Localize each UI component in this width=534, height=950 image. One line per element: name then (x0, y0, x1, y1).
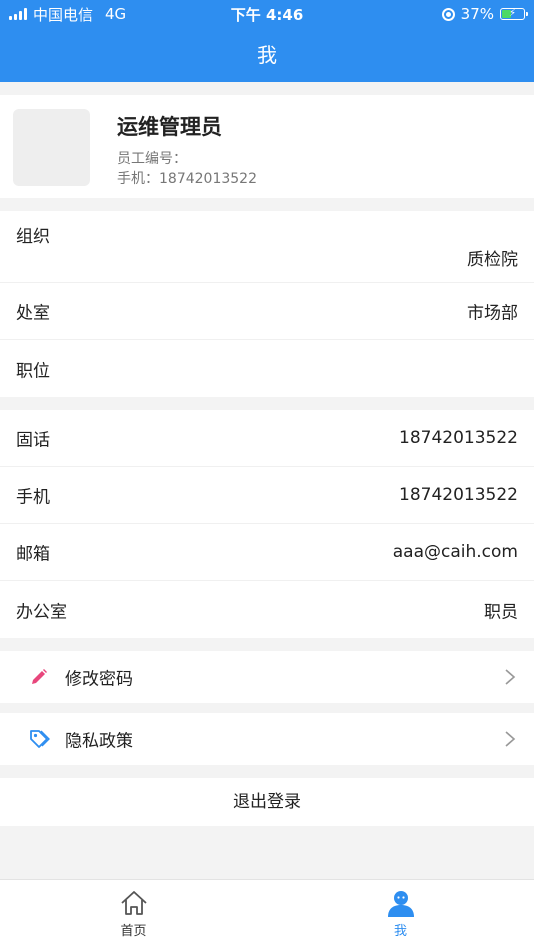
profile-card: 运维管理员 员工编号： 手机：18742013522 (0, 95, 534, 198)
pencil-icon (32, 669, 47, 684)
employee-id-label: 员工编号： (117, 151, 187, 167)
logout-button[interactable]: 退出登录 (0, 778, 534, 826)
battery-icon: ⚡ (500, 8, 528, 20)
info-value: 市场部 (467, 303, 518, 324)
info-value: aaa@caih.com (392, 542, 518, 562)
tag-icon (30, 730, 50, 748)
info-row-position: 职位 (0, 340, 534, 397)
employee-id-line: 员工编号： (117, 148, 187, 168)
tab-me-label: 我 (393, 924, 407, 939)
info-value: 职员 (484, 602, 518, 622)
info-label: 办公室 (16, 602, 67, 622)
header: 中国电信 4G 下午 4:46 37% ⚡ 我 (0, 0, 534, 82)
info-label: 处室 (16, 303, 50, 324)
profile-phone-label: 手机： (117, 171, 159, 187)
tab-me[interactable]: 我 (267, 880, 534, 950)
rotation-lock-icon (441, 7, 455, 21)
privacy-policy-label: 隐私政策 (65, 731, 133, 752)
info-row-department: 处室 市场部 (0, 283, 534, 340)
network-label: 4G (105, 5, 127, 23)
info-row-office: 办公室 职员 (0, 581, 534, 638)
info-label: 固话 (16, 430, 50, 451)
signal-icon (9, 8, 27, 20)
user-icon (387, 891, 414, 917)
info-row-email: 邮箱 aaa@caih.com (0, 524, 534, 581)
change-password-item[interactable]: 修改密码 (0, 651, 534, 703)
page-title: 我 (257, 43, 277, 67)
tab-home[interactable]: 首页 (0, 880, 267, 950)
info-row-org: 组织 质检院 (0, 211, 534, 283)
contact-info-group: 固话 18742013522 手机 18742013522 邮箱 aaa@cai… (0, 410, 534, 638)
privacy-policy-item[interactable]: 隐私政策 (0, 713, 534, 765)
home-icon (120, 891, 147, 915)
profile-phone-line: 手机：18742013522 (117, 168, 257, 188)
avatar (13, 109, 90, 186)
chevron-right-icon (505, 731, 516, 747)
change-password-label: 修改密码 (65, 669, 133, 690)
info-label: 组织 (16, 227, 50, 247)
info-label: 职位 (16, 361, 50, 381)
tab-home-label: 首页 (120, 924, 147, 939)
info-label: 邮箱 (16, 544, 50, 565)
info-row-mobile: 手机 18742013522 (0, 467, 534, 524)
user-name: 运维管理员 (117, 115, 222, 139)
profile-phone-value: 18742013522 (159, 171, 257, 187)
chevron-right-icon (505, 669, 516, 685)
info-label: 手机 (16, 487, 50, 508)
info-value: 18742013522 (399, 485, 518, 505)
info-value: 质检院 (467, 250, 518, 270)
carrier-label: 中国电信 (33, 5, 94, 24)
battery-percent: 37% (460, 5, 494, 23)
info-value: 18742013522 (399, 428, 518, 448)
org-info-group: 组织 质检院 处室 市场部 职位 (0, 211, 534, 397)
info-row-landline: 固话 18742013522 (0, 410, 534, 467)
tab-bar: 首页 我 (0, 879, 534, 950)
status-bar: 中国电信 4G 下午 4:46 37% ⚡ (0, 0, 534, 28)
